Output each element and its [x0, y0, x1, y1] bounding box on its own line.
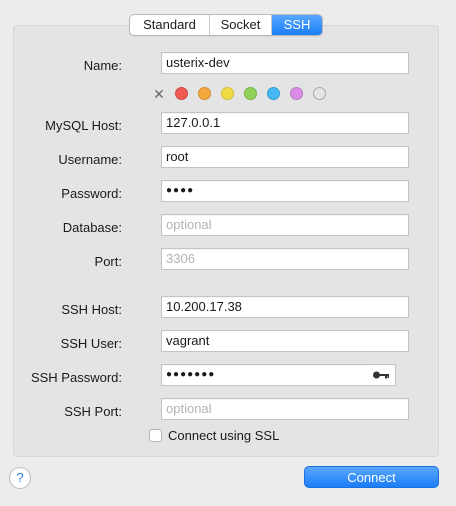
name-field[interactable]: usterix-dev: [161, 52, 409, 74]
color-dot-gray[interactable]: [313, 87, 326, 100]
username-field[interactable]: root: [161, 146, 409, 168]
ssh-user-field[interactable]: vagrant: [161, 330, 409, 352]
ssh-host-field[interactable]: 10.200.17.38: [161, 296, 409, 318]
database-field[interactable]: optional: [161, 214, 409, 236]
ssh-host-label: SSH Host:: [61, 302, 122, 317]
color-dot-purple[interactable]: [290, 87, 303, 100]
ssl-option[interactable]: Connect using SSL: [149, 428, 279, 443]
clear-color-icon[interactable]: ✕: [153, 87, 165, 101]
connection-form-panel: Name: usterix-dev ✕ MySQL Host: 127.0.0.…: [13, 25, 439, 457]
tab-standard[interactable]: Standard: [130, 15, 210, 35]
mysql-host-field[interactable]: 127.0.0.1: [161, 112, 409, 134]
color-dot-red[interactable]: [175, 87, 188, 100]
password-label: Password:: [61, 186, 122, 201]
ssl-checkbox[interactable]: [149, 429, 162, 442]
database-label: Database:: [62, 220, 122, 235]
connection-window: Name: usterix-dev ✕ MySQL Host: 127.0.0.…: [0, 0, 456, 506]
help-button[interactable]: ?: [9, 467, 31, 489]
color-dot-yellow[interactable]: [221, 87, 234, 100]
color-dot-green[interactable]: [244, 87, 257, 100]
color-dot-blue[interactable]: [267, 87, 280, 100]
tab-socket[interactable]: Socket: [210, 15, 272, 35]
ssh-password-label: SSH Password:: [30, 370, 122, 385]
mysql-host-label: MySQL Host:: [45, 118, 122, 133]
ssh-password-field[interactable]: ●●●●●●●: [161, 364, 381, 386]
ssh-port-label: SSH Port:: [64, 404, 122, 419]
port-label: Port:: [94, 254, 122, 269]
color-tag-picker: ✕: [153, 87, 336, 101]
tab-ssh[interactable]: SSH: [272, 15, 322, 35]
username-label: Username:: [58, 152, 122, 167]
color-dot-orange[interactable]: [198, 87, 211, 100]
port-field[interactable]: 3306: [161, 248, 409, 270]
key-icon: [373, 371, 389, 379]
connect-button[interactable]: Connect: [304, 466, 439, 488]
password-field[interactable]: ●●●●: [161, 180, 409, 202]
connection-type-tabs: Standard Socket SSH: [129, 14, 323, 36]
ssl-checkbox-label: Connect using SSL: [168, 428, 280, 443]
ssh-key-button[interactable]: [367, 364, 396, 386]
name-label: Name:: [83, 58, 122, 73]
ssh-port-field[interactable]: optional: [161, 398, 409, 420]
ssh-user-label: SSH User:: [60, 336, 122, 351]
